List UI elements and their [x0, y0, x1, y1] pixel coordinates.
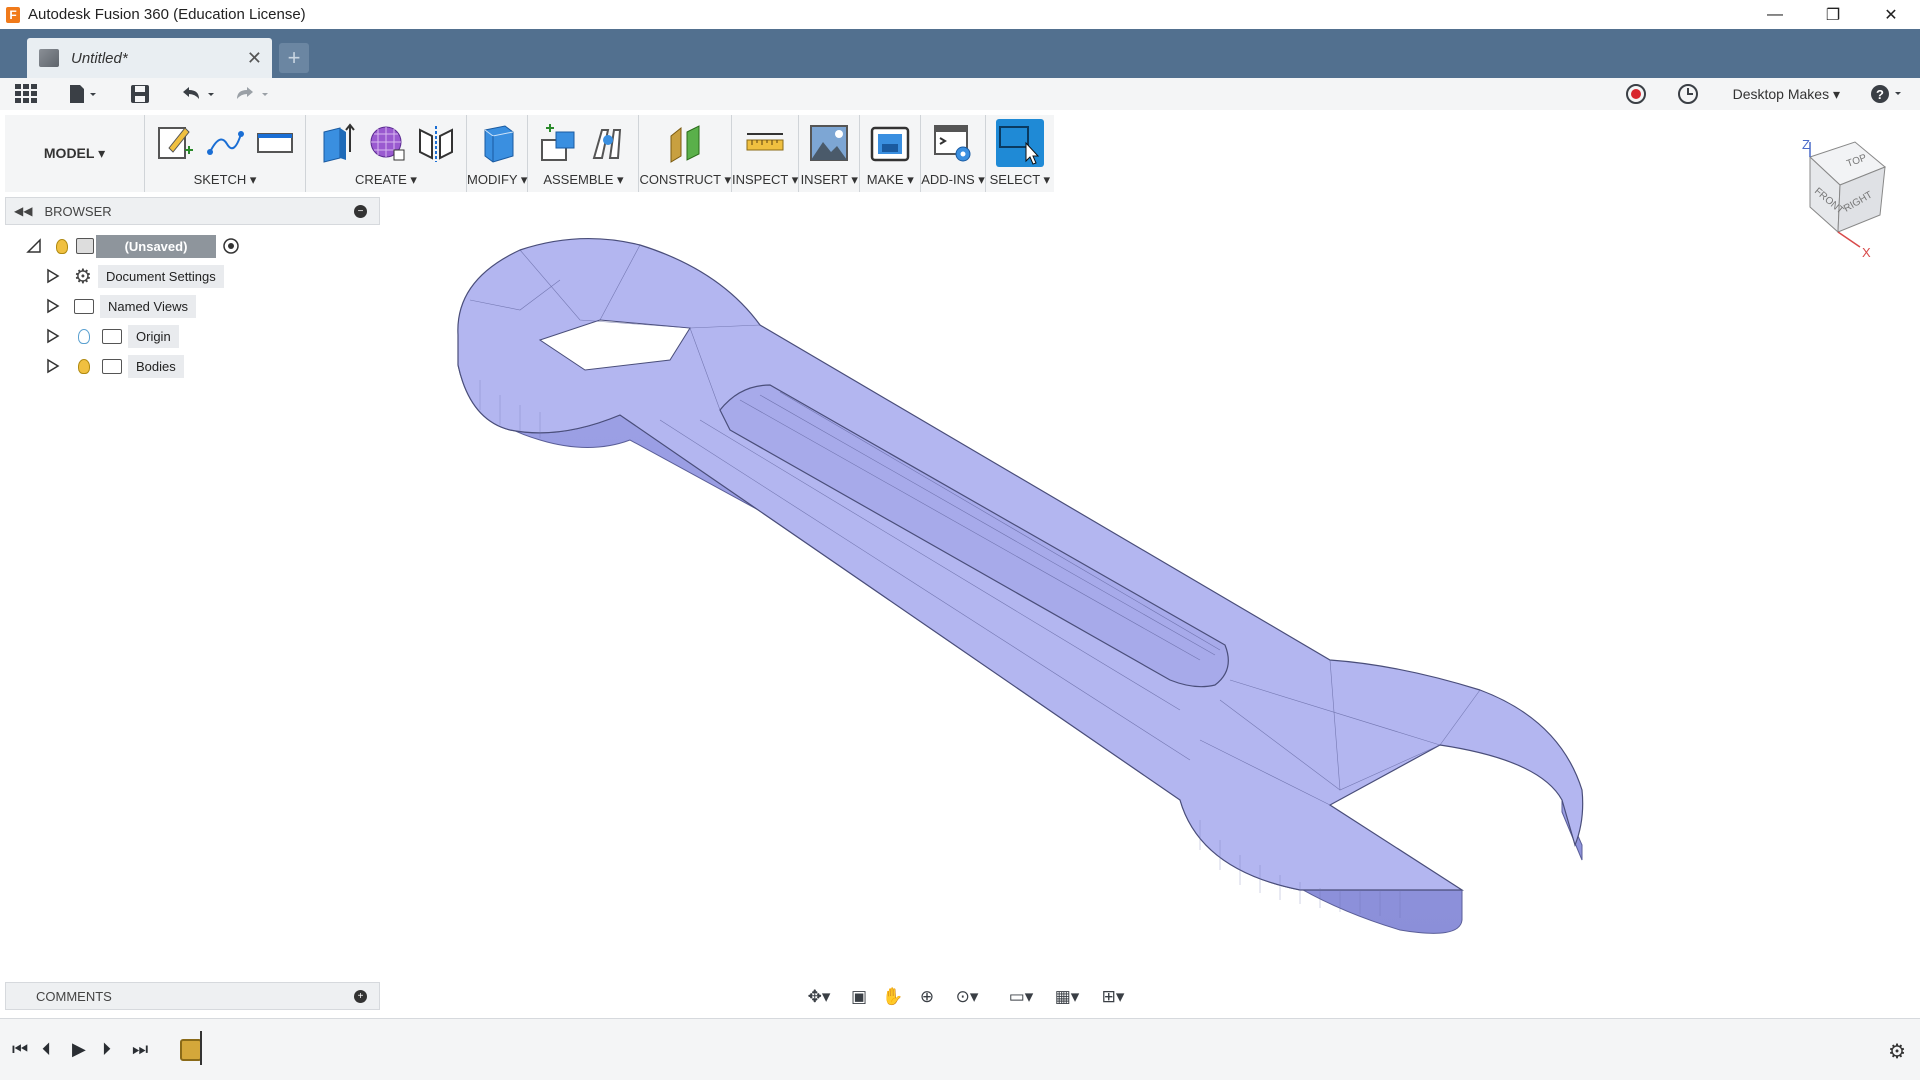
pan-hand-icon[interactable]: ✋ [880, 986, 906, 1008]
window-title: Autodesk Fusion 360 (Education License) [28, 6, 306, 23]
fit-zoom-icon[interactable]: ⊙▾ [948, 986, 986, 1008]
look-at-icon[interactable]: ▣ [846, 986, 872, 1008]
undo-icon[interactable] [178, 82, 218, 106]
step-forward-icon[interactable]: ⏵ [102, 1039, 111, 1060]
axis-x-label: X [1862, 245, 1871, 260]
make-group: MAKE ▾ [860, 115, 922, 192]
tab-close-icon[interactable]: ✕ [247, 48, 262, 69]
go-to-end-icon[interactable]: ⏭ [132, 1039, 148, 1060]
construct-group: CONSTRUCT ▾ [639, 115, 732, 192]
rectangle-icon[interactable] [255, 122, 295, 164]
create-menu[interactable]: CREATE ▾ [355, 170, 417, 190]
design-cube-icon [39, 49, 59, 67]
fusion-logo-icon: F [6, 6, 20, 23]
svg-text:?: ? [1876, 87, 1884, 102]
go-to-beginning-icon[interactable]: ⏮ [12, 1039, 28, 1060]
help-icon[interactable]: ? [1868, 82, 1908, 106]
restore-button[interactable]: ❐ [1804, 0, 1862, 29]
construct-menu[interactable]: CONSTRUCT ▾ [639, 170, 731, 190]
display-settings-icon[interactable]: ▭▾ [1002, 986, 1040, 1008]
mirror-icon[interactable] [416, 122, 456, 164]
modify-group: MODIFY ▾ [467, 115, 529, 192]
axis-z-label: Z [1802, 137, 1810, 152]
create-sketch-icon[interactable] [155, 122, 195, 164]
window-controls: — ❐ ✕ [1746, 0, 1920, 29]
add-comment-icon[interactable]: + [354, 990, 367, 1003]
select-arrow-icon[interactable] [995, 118, 1044, 167]
comments-title: COMMENTS [36, 988, 112, 1004]
zoom-icon[interactable]: ⊕ [914, 986, 940, 1008]
view-cube[interactable]: TOP FRONT RIGHT Z X [1780, 137, 1890, 267]
document-tab[interactable]: Untitled* ✕ [27, 38, 272, 78]
3d-viewport[interactable] [0, 192, 1920, 1010]
step-back-icon[interactable]: ⏴ [42, 1039, 51, 1060]
close-button[interactable]: ✕ [1862, 0, 1920, 29]
timeline-marker[interactable] [200, 1031, 210, 1065]
save-icon[interactable] [128, 82, 152, 106]
press-pull-icon[interactable] [477, 122, 517, 164]
timeline-feature-icon[interactable] [180, 1039, 202, 1061]
assemble-menu[interactable]: ASSEMBLE ▾ [543, 170, 623, 190]
ribbon-toolbar: MODEL ▾ SKETCH ▾ CREATE ▾ MODIFY ▾ ASSEM… [5, 115, 1054, 192]
sketch-menu[interactable]: SKETCH ▾ [194, 170, 257, 190]
sketch-group: SKETCH ▾ [145, 115, 306, 192]
inspect-group: INSPECT ▾ [732, 115, 800, 192]
joint-icon[interactable] [588, 122, 628, 164]
record-icon[interactable] [1624, 82, 1648, 106]
select-menu[interactable]: SELECT ▾ [990, 170, 1050, 190]
insert-image-icon[interactable] [809, 122, 849, 164]
desktop-makes-menu[interactable]: Desktop Makes ▾ [1733, 86, 1840, 103]
quick-access-toolbar: Desktop Makes ▾ ? [0, 78, 1920, 110]
scripts-addins-icon[interactable] [933, 122, 973, 164]
navigation-bar: ✥▾ ▣ ✋ ⊕ ⊙▾ ▭▾ ▦▾ ⊞▾ [800, 982, 1132, 1012]
file-menu-icon[interactable] [66, 82, 100, 106]
timeline-settings-gear-icon[interactable]: ⚙ [1888, 1039, 1906, 1064]
job-status-clock-icon[interactable] [1676, 82, 1700, 106]
comments-panel-header[interactable]: COMMENTS + [5, 982, 380, 1010]
addins-menu[interactable]: ADD-INS ▾ [921, 170, 985, 190]
orbit-icon[interactable]: ✥▾ [800, 986, 838, 1008]
addins-group: ADD-INS ▾ [921, 115, 986, 192]
spline-icon[interactable] [205, 122, 245, 164]
extrude-icon[interactable] [316, 122, 356, 164]
form-grid-icon[interactable] [366, 122, 406, 164]
viewports-icon[interactable]: ⊞▾ [1094, 986, 1132, 1008]
3d-print-icon[interactable] [870, 122, 910, 164]
new-tab-button[interactable]: + [279, 43, 309, 73]
modify-menu[interactable]: MODIFY ▾ [467, 170, 527, 190]
redo-icon[interactable] [232, 82, 272, 106]
insert-group: INSERT ▾ [799, 115, 861, 192]
wrench-model[interactable] [0, 192, 1920, 1010]
grid-settings-icon[interactable]: ▦▾ [1048, 986, 1086, 1008]
make-menu[interactable]: MAKE ▾ [867, 170, 914, 190]
play-icon[interactable]: ▶ [72, 1039, 86, 1060]
measure-icon[interactable] [745, 122, 785, 164]
minimize-button[interactable]: — [1746, 0, 1804, 29]
document-tab-bar: Untitled* ✕ + [0, 29, 1920, 78]
create-group: CREATE ▾ [306, 115, 467, 192]
inspect-menu[interactable]: INSPECT ▾ [732, 170, 798, 190]
select-group: SELECT ▾ [986, 115, 1054, 192]
offset-plane-icon[interactable] [665, 122, 705, 164]
insert-menu[interactable]: INSERT ▾ [801, 170, 858, 190]
timeline: ⏮ ⏴ ▶ ⏵ ⏭ ⚙ [0, 1018, 1920, 1080]
workspace-label: MODEL ▾ [43, 145, 106, 161]
assemble-group: ASSEMBLE ▾ [528, 115, 640, 192]
workspace-switcher[interactable]: MODEL ▾ [5, 115, 145, 192]
title-bar: F Autodesk Fusion 360 (Education License… [0, 0, 1920, 29]
new-component-icon[interactable] [538, 122, 578, 164]
document-tab-label: Untitled* [71, 49, 128, 67]
data-panel-grid-icon[interactable] [14, 82, 38, 106]
